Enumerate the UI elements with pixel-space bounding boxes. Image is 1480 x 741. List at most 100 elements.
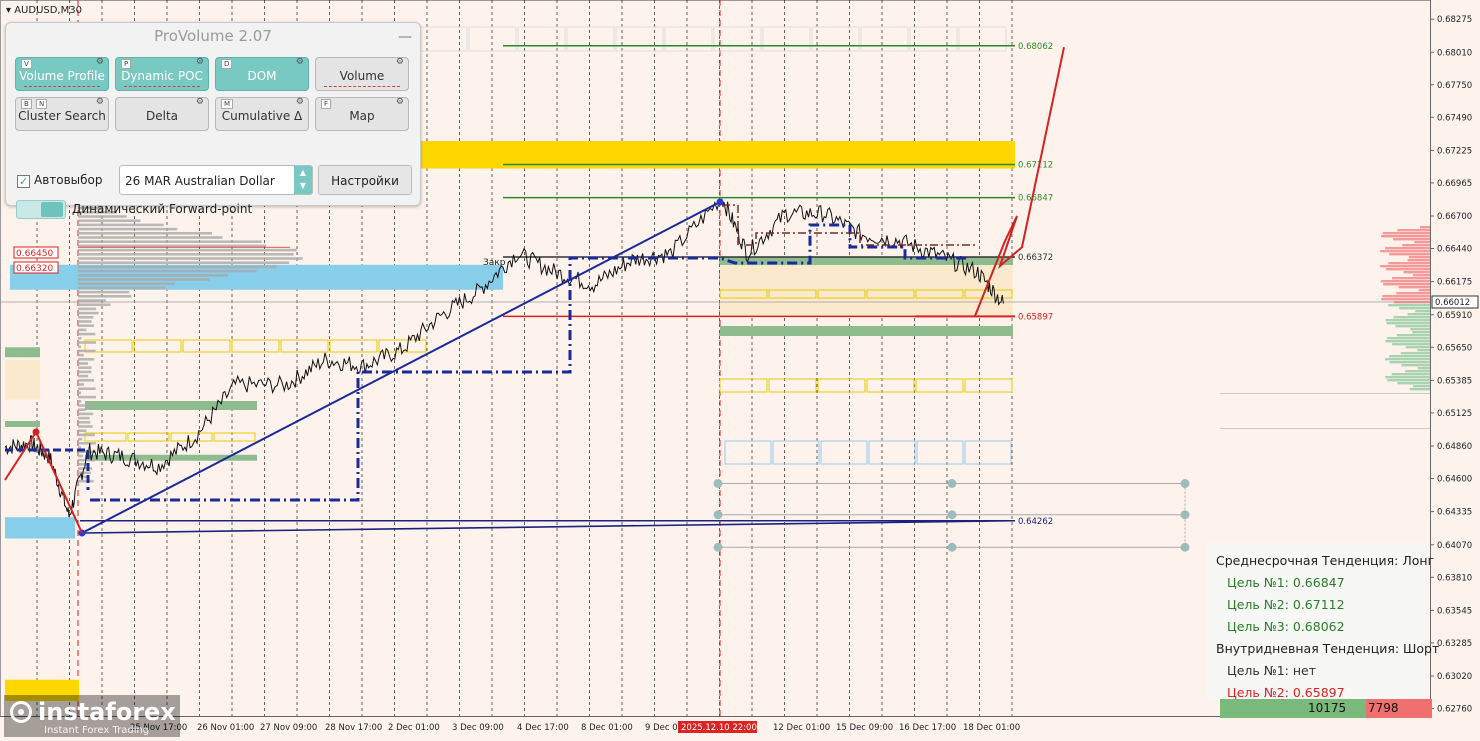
demand-zone-blue [5, 517, 75, 539]
delta-button[interactable]: ⚙ Delta [115, 97, 209, 131]
dom-bar [1389, 355, 1430, 358]
volume-profile-bar [78, 240, 262, 243]
dom-bar [1417, 349, 1430, 352]
volume-profile-bar [78, 282, 175, 285]
minus-icon[interactable]: — [398, 29, 412, 45]
volume-profile-bar [78, 299, 106, 302]
current-price-label: 0.66012 [1435, 298, 1470, 308]
x-axis-label: 26 Nov 01:00 [197, 723, 254, 733]
logo-name: instaforex [38, 698, 176, 726]
volume-profile-bar [78, 244, 267, 248]
volume-profile-bar [78, 248, 297, 252]
intraday-target-2: Цель №2: 0.65897 [1227, 685, 1345, 700]
volume-profile-bar [78, 257, 303, 260]
green-zone [720, 257, 1013, 265]
x-axis-label: 28 Nov 17:00 [325, 723, 382, 733]
checkmark-icon: ✓ [17, 175, 30, 188]
volume-profile-bar [78, 236, 223, 239]
volume-profile-bar [78, 223, 164, 227]
y-axis-label: 0.66700 [1437, 212, 1472, 222]
symbol-label: ▾ AUDUSD,M30 [6, 5, 82, 16]
volume-profile-bar [78, 295, 132, 298]
dom-bar [1392, 343, 1430, 346]
buy-volume-value: 10175 [1308, 701, 1347, 715]
gear-icon[interactable]: ⚙ [396, 57, 404, 67]
button-label: Dynamic POC [121, 69, 203, 83]
gear-icon[interactable]: ⚙ [96, 57, 104, 67]
volume-profile-bar [78, 311, 99, 315]
settings-button[interactable]: Настройки [318, 165, 412, 195]
button-label: Delta [145, 109, 178, 123]
cluster-search-button[interactable]: B N ⚙ Cluster Search [15, 97, 109, 131]
gear-icon[interactable]: ⚙ [396, 97, 404, 107]
dynamic-poc-button[interactable]: P ⚙ Dynamic POC [115, 57, 209, 91]
volume-profile-bar [78, 353, 84, 357]
x-axis-label: 18 Dec 01:00 [963, 723, 1020, 733]
gear-icon[interactable]: ⚙ [196, 97, 204, 107]
forward-point-toggle[interactable] [16, 200, 66, 219]
key-badge: F [321, 99, 332, 109]
volume-button[interactable]: ⚙ Volume [315, 57, 409, 91]
dom-bar [1408, 256, 1430, 259]
dom-bar [1414, 241, 1430, 244]
contract-select[interactable]: 26 MAR Australian Dollar ▲ ▼ [119, 165, 313, 195]
gear-icon[interactable]: ⚙ [196, 57, 204, 67]
target-level-label: 0.64262 [1018, 517, 1053, 527]
dom-bar [1407, 259, 1430, 262]
y-axis-label: 0.64600 [1437, 475, 1472, 485]
trend-anchor-dot [716, 198, 724, 206]
volume-profile-bar [78, 421, 91, 424]
dom-bar [1392, 238, 1430, 241]
x-axis-label: 15 Dec 09:00 [836, 723, 893, 733]
button-label: Map [349, 109, 375, 123]
volume-profile-bar [78, 416, 90, 420]
key-badge: M [221, 99, 234, 109]
green-zone [5, 347, 40, 358]
toggle-knob [41, 202, 63, 217]
spinner-arrows-icon[interactable]: ▲ ▼ [294, 166, 312, 194]
gear-icon[interactable]: ⚙ [296, 57, 304, 67]
provolume-panel[interactable]: ProVolume 2.07 — V ⚙ Volume Profile P ⚙ Dyna… [5, 22, 421, 219]
button-label: Cumulative Δ [221, 109, 303, 123]
volume-profile-bar [78, 337, 82, 340]
y-axis-label: 0.63810 [1437, 573, 1472, 583]
y-axis-label: 0.64335 [1437, 508, 1472, 518]
volume-profile-button[interactable]: V ⚙ Volume Profile [15, 57, 109, 91]
target-level-label: 0.66847 [1018, 194, 1053, 204]
dom-button[interactable]: D ⚙ DOM [215, 57, 309, 91]
button-label: Volume [339, 69, 385, 83]
target-level-label: 0.65897 [1018, 312, 1053, 322]
volume-profile-bar [78, 391, 81, 395]
trend-info-box: Среднесрочная Тенденция: Лонг Цель №1: 0… [1207, 543, 1439, 701]
mid-target-2: Цель №2: 0.67112 [1227, 597, 1345, 612]
mid-target-1: Цель №1: 0.66847 [1227, 575, 1345, 590]
volume-profile-bar [78, 463, 88, 466]
button-label: Volume Profile [19, 69, 105, 83]
contract-value: 26 MAR Australian Dollar [125, 174, 275, 188]
dom-bar [1401, 364, 1430, 367]
volume-profile-bar [78, 278, 210, 281]
gear-icon[interactable]: ⚙ [296, 97, 304, 107]
map-button[interactable]: F ⚙ Map [315, 97, 409, 131]
dom-bar [1398, 286, 1430, 289]
volume-profile-bar [78, 425, 93, 428]
volume-profile-bar [78, 379, 95, 382]
indicator-line [24, 84, 100, 87]
dom-bar [1417, 367, 1430, 370]
volume-profile-bar [78, 320, 92, 323]
target-level-label: 0.66372 [1018, 253, 1053, 263]
dom-bar [1381, 235, 1430, 238]
dom-bar [1400, 352, 1430, 355]
volume-profile-bar [78, 383, 84, 386]
dom-bar [1380, 250, 1430, 253]
x-axis-label: 2 Dec 01:00 [388, 723, 440, 733]
gear-icon[interactable]: ⚙ [96, 97, 104, 107]
sell-volume-value: 7798 [1368, 701, 1399, 715]
intraday-trend-title: Внутридневная Тенденция: Шорт [1216, 641, 1440, 656]
key-badge: D [221, 59, 233, 69]
cumulative-delta-button[interactable]: M ⚙ Cumulative Δ [215, 97, 309, 131]
key-badge: N [36, 99, 48, 109]
y-axis-label: 0.66175 [1437, 278, 1472, 288]
volume-profile-bar [78, 345, 81, 348]
autoselect-checkbox[interactable]: ✓ Автовыбор [17, 173, 103, 188]
